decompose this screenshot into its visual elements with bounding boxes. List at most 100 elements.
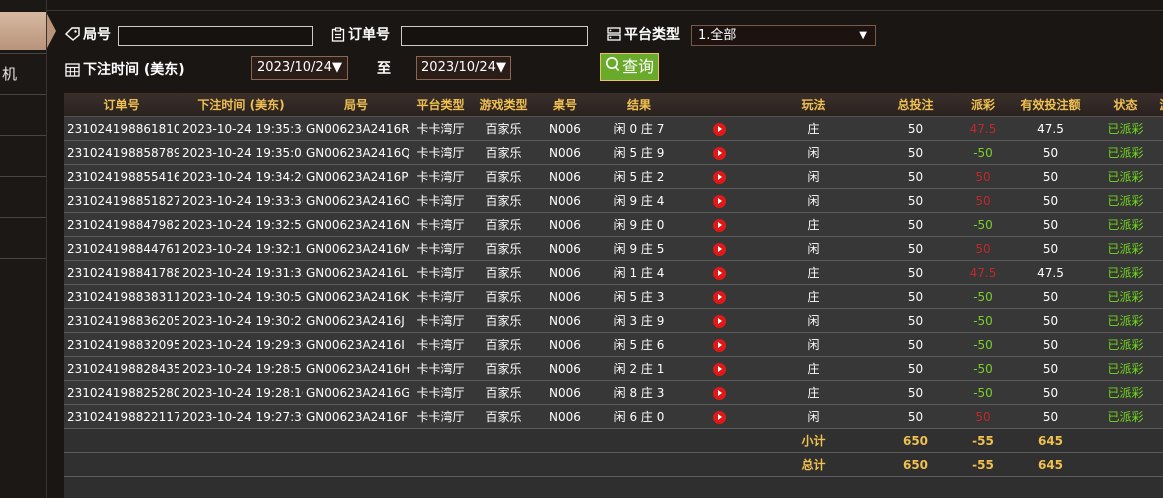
summary-empty-cell: [683, 452, 755, 477]
bet-cell: 闲: [755, 164, 872, 189]
status-cell: 已派彩: [1094, 116, 1157, 141]
col-status[interactable]: 状态: [1094, 93, 1157, 117]
result-cell: 闲 9 庄 4: [595, 188, 683, 213]
play-video-icon[interactable]: [712, 290, 726, 304]
sidebar-item-2[interactable]: [0, 94, 46, 135]
total-cell: 50: [872, 380, 959, 405]
table-cell: N006: [535, 140, 595, 165]
bet-cell: 庄: [755, 260, 872, 285]
table-cell: N006: [535, 116, 595, 141]
order-cell: 231024198836205: [64, 308, 179, 333]
status-cell: 已派彩: [1094, 188, 1157, 213]
summary-empty-cell: [1094, 452, 1157, 477]
table-cell: N006: [535, 284, 595, 309]
orders-table: 订单号 下注时间 (美东) 局号 平台类型 游戏类型 桌号 结果 玩法 总投注 …: [64, 93, 1163, 498]
video-cell[interactable]: [683, 332, 755, 357]
platform-cell: 卡卡湾厅: [409, 284, 472, 309]
order-cell: 231024198851827: [64, 188, 179, 213]
round-cell: GN00623A2416J: [303, 308, 409, 333]
extra-cell: [1157, 356, 1163, 381]
play-video-icon[interactable]: [712, 338, 726, 352]
platform-select[interactable]: 1.全部 ▼: [691, 25, 876, 46]
sidebar-item-5[interactable]: [0, 217, 46, 258]
search-button[interactable]: 查询: [600, 53, 660, 81]
sidebar-item-4[interactable]: [0, 176, 46, 217]
summary-empty-cell: [64, 428, 179, 453]
summary-empty-cell: [535, 428, 595, 453]
col-game[interactable]: 游戏类型: [472, 93, 535, 117]
table-cell: N006: [535, 356, 595, 381]
col-payout[interactable]: 派彩: [959, 93, 1007, 117]
summary-valid: 645: [1007, 428, 1094, 453]
video-cell[interactable]: [683, 308, 755, 333]
video-cell[interactable]: [683, 212, 755, 237]
date-from-picker[interactable]: 2023/10/24▼: [251, 56, 348, 80]
sidebar-border: [46, 0, 47, 498]
video-cell[interactable]: [683, 236, 755, 261]
col-valid[interactable]: 有效投注额: [1007, 93, 1094, 117]
result-cell: 闲 0 庄 7: [595, 116, 683, 141]
sidebar-active-tab[interactable]: [0, 12, 56, 50]
round-cell: GN00623A2416K: [303, 284, 409, 309]
video-cell[interactable]: [683, 260, 755, 285]
col-order[interactable]: 订单号: [64, 93, 179, 117]
order-input[interactable]: [401, 26, 588, 46]
time-label: 下注时间 (美东): [65, 59, 185, 79]
sidebar-item-3[interactable]: [0, 135, 46, 176]
game-cell: 百家乐: [472, 380, 535, 405]
status-cell: 已派彩: [1094, 212, 1157, 237]
col-extra[interactable]: 游: [1157, 93, 1163, 117]
table-cell: N006: [535, 212, 595, 237]
video-cell[interactable]: [683, 404, 755, 429]
summary-empty-cell: [1157, 428, 1163, 453]
video-cell[interactable]: [683, 164, 755, 189]
clipboard-icon: [331, 26, 345, 42]
game-cell: 百家乐: [472, 260, 535, 285]
play-video-icon[interactable]: [712, 146, 726, 160]
play-video-icon[interactable]: [712, 122, 726, 136]
video-cell[interactable]: [683, 380, 755, 405]
top-divider: [46, 10, 1163, 11]
search-icon: [605, 54, 620, 80]
col-bet[interactable]: 玩法: [755, 93, 872, 117]
play-video-icon[interactable]: [712, 362, 726, 376]
valid-cell: 50: [1007, 188, 1094, 213]
col-time[interactable]: 下注时间 (美东): [179, 93, 303, 117]
result-cell: 闲 5 庄 2: [595, 164, 683, 189]
video-cell[interactable]: [683, 140, 755, 165]
video-cell[interactable]: [683, 356, 755, 381]
col-total[interactable]: 总投注: [872, 93, 959, 117]
play-video-icon[interactable]: [712, 242, 726, 256]
order-cell: 231024198832095: [64, 332, 179, 357]
col-result[interactable]: 结果: [595, 93, 683, 117]
play-video-icon[interactable]: [712, 194, 726, 208]
col-video: [683, 93, 755, 117]
round-cell: GN00623A2416Q: [303, 140, 409, 165]
sidebar-item-1[interactable]: 机: [0, 53, 46, 94]
play-video-icon[interactable]: [712, 386, 726, 400]
payout-cell: -50: [959, 140, 1007, 165]
result-cell: 闲 2 庄 1: [595, 356, 683, 381]
play-video-icon[interactable]: [712, 170, 726, 184]
table-cell: N006: [535, 188, 595, 213]
play-video-icon[interactable]: [712, 266, 726, 280]
date-to-picker[interactable]: 2023/10/24▼: [416, 56, 511, 80]
play-video-icon[interactable]: [712, 314, 726, 328]
video-cell[interactable]: [683, 116, 755, 141]
tag-icon: [65, 27, 80, 41]
col-round[interactable]: 局号: [303, 93, 409, 117]
result-cell: 闲 5 庄 3: [595, 284, 683, 309]
round-input[interactable]: [118, 26, 313, 46]
table-row: 231024198832095 2023-10-24 19:29:36 GN0062…: [64, 332, 1163, 357]
video-cell[interactable]: [683, 188, 755, 213]
time-cell: 2023-10-24 19:30:52: [179, 284, 303, 309]
col-table[interactable]: 桌号: [535, 93, 595, 117]
order-cell: 231024198825280: [64, 380, 179, 405]
round-cell: GN00623A2416F: [303, 404, 409, 429]
video-cell[interactable]: [683, 284, 755, 309]
bet-cell: 闲: [755, 404, 872, 429]
col-platform[interactable]: 平台类型: [409, 93, 472, 117]
play-video-icon[interactable]: [712, 218, 726, 232]
play-video-icon[interactable]: [712, 410, 726, 424]
round-cell: GN00623A2416R: [303, 116, 409, 141]
